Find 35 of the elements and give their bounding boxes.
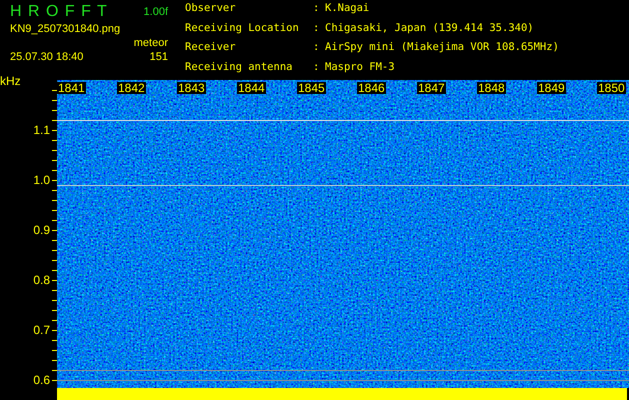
time-label: 1845 bbox=[297, 82, 326, 94]
axis-unit: kHz bbox=[0, 74, 21, 88]
info-label: Receiver bbox=[185, 41, 237, 55]
separator-label: : bbox=[313, 60, 320, 74]
info-value: Chigasaki, Japan (139.414 35.340) bbox=[325, 22, 535, 36]
info-label: Observer bbox=[185, 2, 237, 16]
info-label: Receiving Location bbox=[185, 22, 300, 36]
mode-label: meteor bbox=[132, 37, 168, 49]
info-value: K.Nagai bbox=[325, 2, 370, 16]
info-label: Receiving antenna bbox=[185, 60, 294, 74]
timestamp-label: 25.07.30 18:40 bbox=[10, 51, 84, 63]
app-title: H R O F F T bbox=[10, 3, 109, 21]
time-label: 1849 bbox=[537, 82, 566, 94]
time-label: 1848 bbox=[477, 82, 506, 94]
version-label: 1.00f bbox=[142, 5, 168, 20]
axis-label: 0.7 bbox=[33, 323, 50, 337]
filename-label: KN9_2507301840.png bbox=[10, 23, 120, 35]
separator-label: : bbox=[313, 2, 320, 16]
separator-label: : bbox=[313, 41, 320, 55]
separator-label: : bbox=[313, 22, 320, 36]
time-label: 1847 bbox=[417, 82, 446, 94]
axis-label: 0.8 bbox=[33, 273, 50, 287]
axis-label: 0.9 bbox=[33, 223, 50, 237]
time-label: 1842 bbox=[117, 82, 146, 94]
time-label: 1846 bbox=[357, 82, 386, 94]
axis-label: 1.1 bbox=[33, 123, 50, 137]
time-label: 1843 bbox=[177, 82, 206, 94]
info-value: Maspro FM-3 bbox=[325, 60, 396, 74]
info-value: AirSpy mini (Miakejima VOR 108.65MHz) bbox=[325, 41, 559, 55]
axis-label: 1.0 bbox=[33, 173, 50, 187]
count-label: 151 bbox=[148, 51, 168, 63]
time-label: 1844 bbox=[237, 82, 266, 94]
time-label: 1841 bbox=[57, 82, 86, 94]
time-label: 1850 bbox=[597, 82, 626, 94]
axis-label: 0.6 bbox=[33, 373, 50, 387]
